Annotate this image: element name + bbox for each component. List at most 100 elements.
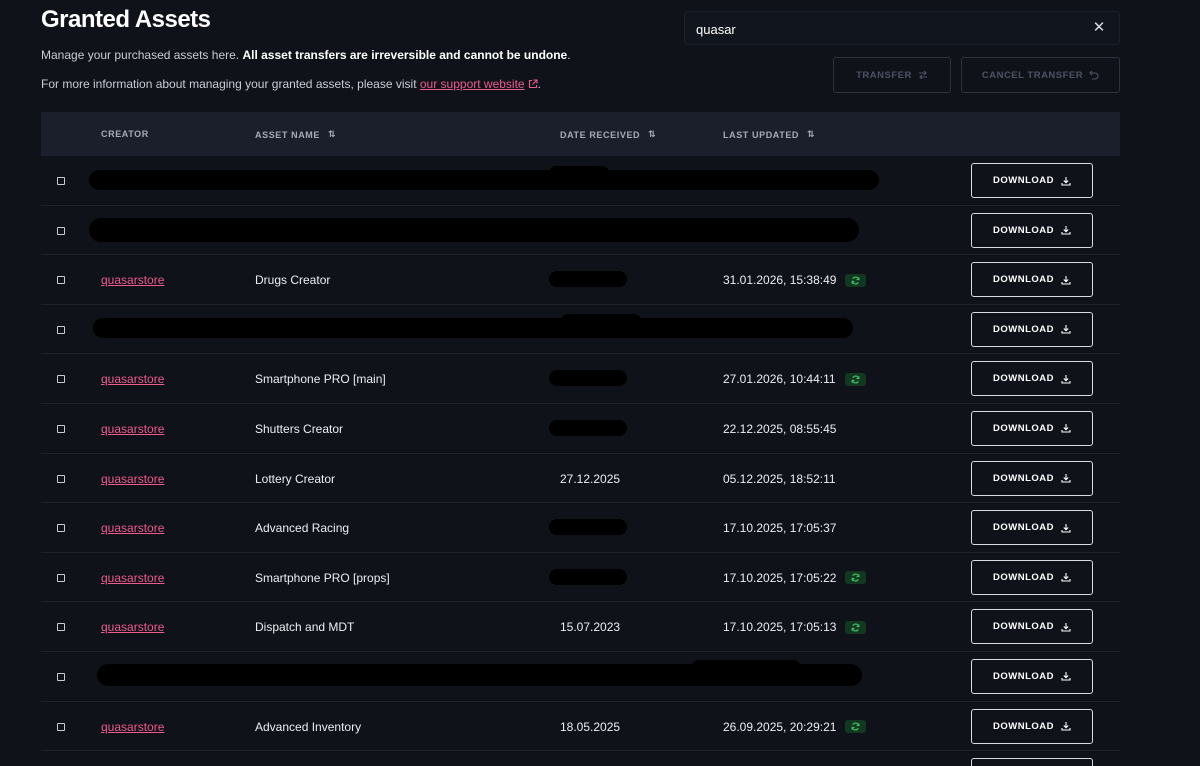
download-button[interactable]: DOWNLOAD bbox=[971, 658, 1093, 694]
support-link[interactable]: our support website bbox=[420, 77, 538, 91]
table-row: DOWNLOAD bbox=[41, 156, 1120, 206]
table-row: quasarstore Lottery Creator 27.12.2025 05.1… bbox=[41, 454, 1120, 504]
last-updated: 31.01.2026, 15:38:49 bbox=[723, 273, 867, 287]
download-button[interactable]: DOWNLOAD bbox=[971, 460, 1093, 496]
download-icon bbox=[1061, 374, 1071, 384]
download-label: DOWNLOAD bbox=[993, 323, 1054, 335]
asset-name: Shutters Creator bbox=[255, 421, 344, 436]
intro-plain: Manage your purchased assets here. bbox=[41, 48, 243, 62]
download-icon bbox=[1061, 573, 1071, 582]
row-checkbox[interactable] bbox=[57, 276, 65, 285]
download-button-partial[interactable] bbox=[971, 758, 1093, 766]
creator-link[interactable]: quasarstore bbox=[101, 720, 164, 734]
transfer-button[interactable]: TRANSFER bbox=[833, 57, 951, 93]
download-button[interactable]: DOWNLOAD bbox=[971, 212, 1093, 248]
close-icon[interactable]: ✕ bbox=[1091, 20, 1107, 36]
column-last-updated-label: LAST UPDATED bbox=[723, 129, 800, 140]
sync-icon bbox=[852, 573, 860, 582]
download-button[interactable]: DOWNLOAD bbox=[971, 163, 1093, 198]
download-label: DOWNLOAD bbox=[993, 571, 1054, 583]
download-icon bbox=[1061, 474, 1071, 483]
asset-name: Smartphone PRO [main] bbox=[255, 372, 386, 387]
column-date-received[interactable]: DATE RECEIVED ⇅ bbox=[560, 129, 656, 140]
creator-link[interactable]: quasarstore bbox=[101, 472, 164, 486]
info-text: For more information about managing your… bbox=[41, 77, 541, 91]
download-icon bbox=[1061, 523, 1071, 533]
redaction-mark bbox=[89, 170, 879, 190]
last-updated-value: 22.12.2025, 08:55:45 bbox=[723, 421, 837, 436]
cancel-transfer-button[interactable]: CANCEL TRANSFER bbox=[961, 57, 1120, 93]
sync-badge bbox=[845, 273, 867, 287]
creator-link[interactable]: quasarstore bbox=[101, 620, 164, 634]
redaction-mark bbox=[549, 271, 627, 288]
last-updated-value: 26.09.2025, 20:29:21 bbox=[723, 719, 837, 734]
row-checkbox[interactable] bbox=[57, 672, 65, 681]
redaction-mark bbox=[549, 370, 627, 387]
sort-icon[interactable]: ⇅ bbox=[807, 129, 815, 140]
page-title: Granted Assets bbox=[41, 6, 211, 33]
creator-link[interactable]: quasarstore bbox=[101, 422, 164, 436]
column-date-received-label: DATE RECEIVED bbox=[560, 129, 641, 140]
creator-link[interactable]: quasarstore bbox=[101, 273, 164, 287]
sync-icon bbox=[852, 623, 860, 632]
download-label: DOWNLOAD bbox=[993, 422, 1054, 434]
transfer-label: TRANSFER bbox=[856, 69, 912, 81]
download-label: DOWNLOAD bbox=[993, 224, 1054, 236]
asset-name: Advanced Inventory bbox=[255, 719, 362, 734]
redaction-mark bbox=[691, 659, 801, 676]
download-button[interactable]: DOWNLOAD bbox=[971, 510, 1093, 546]
table-row: quasarstore Advanced Inventory 18.05.2025 2… bbox=[41, 702, 1120, 752]
download-button[interactable]: DOWNLOAD bbox=[971, 410, 1093, 446]
swap-icon bbox=[918, 70, 927, 80]
table-header: CREATOR ASSET NAME ⇅ DATE RECEIVED ⇅ LAST … bbox=[41, 112, 1120, 156]
support-link-label: our support website bbox=[419, 77, 525, 91]
download-button[interactable]: DOWNLOAD bbox=[971, 559, 1093, 595]
table-row: DOWNLOAD bbox=[41, 652, 1120, 702]
sync-icon bbox=[851, 375, 859, 384]
row-checkbox[interactable] bbox=[57, 226, 65, 235]
download-label: DOWNLOAD bbox=[993, 720, 1054, 732]
intro-text: Manage your purchased assets here. All a… bbox=[41, 48, 571, 62]
download-button[interactable]: DOWNLOAD bbox=[971, 708, 1093, 744]
last-updated-value: 17.10.2025, 17:05:37 bbox=[723, 521, 837, 536]
download-icon bbox=[1061, 275, 1071, 285]
row-checkbox[interactable] bbox=[57, 573, 65, 582]
redaction-mark bbox=[561, 313, 641, 328]
row-checkbox[interactable] bbox=[57, 722, 65, 731]
redaction-mark bbox=[89, 217, 859, 242]
row-checkbox[interactable] bbox=[57, 375, 65, 384]
creator-link[interactable]: quasarstore bbox=[101, 521, 164, 535]
assets-table-body: DOWNLOAD DOWNLOAD quasarstore Drugs Creator… bbox=[41, 156, 1120, 752]
creator-link[interactable]: quasarstore bbox=[101, 372, 164, 386]
row-checkbox[interactable] bbox=[57, 325, 65, 334]
download-button[interactable]: DOWNLOAD bbox=[971, 609, 1093, 645]
redaction-mark bbox=[549, 568, 627, 585]
info-plain: For more information about managing your… bbox=[41, 77, 420, 91]
download-button[interactable]: DOWNLOAD bbox=[971, 311, 1093, 347]
download-icon bbox=[1061, 176, 1071, 186]
sort-icon[interactable]: ⇅ bbox=[648, 129, 656, 140]
table-row: quasarstore Smartphone PRO [main] 27.01.20… bbox=[41, 354, 1120, 404]
row-checkbox[interactable] bbox=[57, 424, 65, 433]
download-button[interactable]: DOWNLOAD bbox=[971, 361, 1093, 397]
last-updated-value: 17.10.2025, 17:05:22 bbox=[723, 570, 837, 585]
last-updated: 17.10.2025, 17:05:37 bbox=[723, 521, 836, 535]
redaction-mark bbox=[549, 519, 627, 536]
intro-end: . bbox=[567, 48, 571, 62]
last-updated: 17.10.2025, 17:05:22 bbox=[723, 570, 867, 585]
last-updated-value: 27.01.2026, 10:44:11 bbox=[723, 372, 836, 387]
date-received: 15.07.2023 bbox=[560, 620, 621, 635]
row-checkbox[interactable] bbox=[57, 524, 65, 533]
row-checkbox[interactable] bbox=[57, 474, 65, 483]
row-checkbox[interactable] bbox=[57, 177, 65, 185]
search-input[interactable] bbox=[696, 20, 1086, 38]
creator-link[interactable]: quasarstore bbox=[101, 571, 164, 585]
search-box: ✕ bbox=[684, 11, 1120, 45]
download-icon bbox=[1061, 722, 1071, 731]
column-asset-name[interactable]: ASSET NAME ⇅ bbox=[255, 129, 336, 140]
row-checkbox[interactable] bbox=[57, 623, 65, 632]
column-last-updated[interactable]: LAST UPDATED ⇅ bbox=[723, 129, 815, 140]
download-button[interactable]: DOWNLOAD bbox=[971, 262, 1093, 298]
sort-icon[interactable]: ⇅ bbox=[328, 129, 336, 140]
download-label: DOWNLOAD bbox=[993, 373, 1054, 385]
